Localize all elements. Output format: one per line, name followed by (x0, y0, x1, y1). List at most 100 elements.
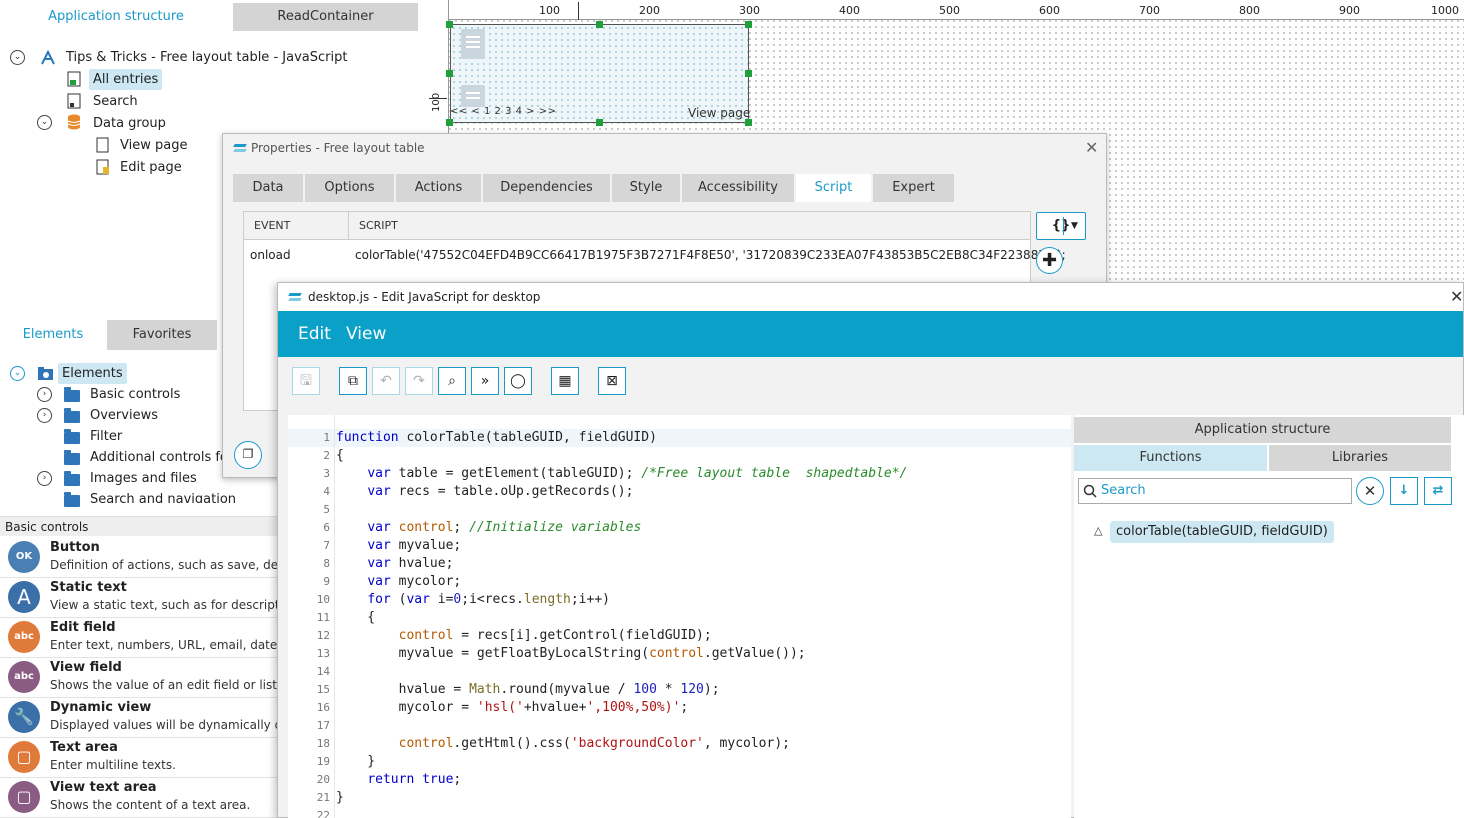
function-item[interactable]: colorTable(tableGUID, fieldGUID) (1110, 521, 1334, 543)
control-view-field[interactable]: abc View field Shows the value of an edi… (0, 658, 278, 698)
tab-elements[interactable]: Elements (0, 320, 106, 350)
collapse-toggle-icon[interactable]: ⌄ (37, 115, 52, 130)
tree-item-data-group[interactable]: Data group (89, 113, 170, 134)
resize-handle[interactable] (446, 119, 453, 126)
tab-dependencies[interactable]: Dependencies (483, 174, 610, 202)
code-text: var mycolor; (367, 574, 462, 589)
resize-handle[interactable] (446, 21, 453, 28)
letter-a-icon: A (8, 581, 40, 613)
code-editor[interactable]: 1 function colorTable(tableGUID, fieldGUI… (288, 415, 1071, 818)
control-button[interactable]: OK Button Definition of actions, such as… (0, 538, 278, 578)
save-icon: 🖫 (300, 373, 312, 389)
add-event-button[interactable]: ✚ (1036, 247, 1063, 274)
control-edit-field[interactable]: abc Edit field Enter text, numbers, URL,… (0, 618, 278, 658)
tree-item-filter[interactable]: Filter (86, 426, 126, 447)
control-dynamic-view[interactable]: 🔧 Dynamic view Displayed values will be … (0, 698, 278, 738)
control-static-text[interactable]: A Static text View a static text, such a… (0, 578, 278, 618)
line-number: 16 (316, 701, 330, 714)
tree-item-application[interactable]: Tips & Tricks - Free layout table - Java… (62, 47, 351, 68)
column-header-script: SCRIPT (349, 212, 1030, 240)
folder-icon (64, 471, 80, 486)
close-icon[interactable]: ✕ (1450, 287, 1463, 306)
triangle-up-icon[interactable]: △ (1094, 524, 1102, 537)
tree-item-basic-controls[interactable]: Basic controls (86, 384, 184, 405)
menu-edit[interactable]: Edit (298, 324, 331, 344)
code-text: for (var i=0;i<recs.length;i++) (367, 592, 610, 607)
tab-functions[interactable]: Functions (1074, 445, 1267, 471)
redo-button[interactable]: ↷ (405, 367, 433, 395)
tree-item-additional-controls[interactable]: Additional controls for (86, 447, 237, 468)
ruler-tick: 300 (739, 4, 760, 17)
tree-item-edit-page[interactable]: Edit page (116, 157, 186, 178)
tree-item-view-page[interactable]: View page (116, 135, 191, 156)
code-line: 16 mycolor = 'hsl('+hvalue+',100%,50%)'; (288, 699, 1071, 717)
line-number: 14 (316, 665, 330, 678)
ruler-tick: 800 (1239, 4, 1260, 17)
tree-item-images-and-files[interactable]: Images and files (86, 468, 201, 489)
tree-item-all-entries[interactable]: All entries (89, 69, 163, 90)
control-view-text-area[interactable]: ▢ View text area Shows the content of a … (0, 778, 278, 818)
menu-view[interactable]: View (346, 324, 386, 344)
column-header-event: EVENT (244, 212, 349, 240)
code-dropdown-button[interactable]: {} ▼ (1036, 212, 1086, 240)
collapse-toggle-icon[interactable]: ⌄ (10, 50, 25, 65)
tab-libraries[interactable]: Libraries (1269, 445, 1451, 471)
event-cell[interactable]: onload (250, 242, 291, 268)
tab-favorites[interactable]: Favorites (107, 320, 217, 350)
folder-icon (64, 450, 80, 465)
expand-toggle-icon[interactable]: › (37, 408, 52, 423)
copy-button[interactable]: ⧉ (339, 367, 367, 395)
expand-toggle-icon[interactable]: › (37, 471, 52, 486)
expand-toggle-icon[interactable]: › (37, 387, 52, 402)
tree-item-overviews[interactable]: Overviews (86, 405, 162, 426)
search-icon: ⌕ (448, 373, 456, 389)
comment-button[interactable]: ◯ (504, 367, 532, 395)
tab-actions[interactable]: Actions (396, 174, 481, 202)
tab-options[interactable]: Options (305, 174, 394, 202)
tab-style[interactable]: Style (612, 174, 680, 202)
side-panel-header[interactable]: Application structure (1074, 417, 1451, 443)
tree-item-search-and-navigation[interactable]: Search and navigation (86, 489, 240, 503)
save-button[interactable]: 🖫 (292, 367, 320, 395)
script-cell[interactable]: colorTable('47552C04EFD4B9CC66417B1975F3… (355, 242, 1066, 268)
control-title: View text area (50, 780, 157, 795)
folder-icon (64, 429, 80, 444)
resize-handle[interactable] (745, 70, 752, 77)
code-line: 21} (288, 789, 1071, 807)
tab-application-structure[interactable]: Application structure (0, 3, 232, 31)
resize-handle[interactable] (745, 21, 752, 28)
find-button[interactable]: ⌕ (438, 367, 466, 395)
tab-data[interactable]: Data (233, 174, 303, 202)
control-description: View a static text, such as for descript… (50, 598, 278, 612)
double-chevron-right-icon: » (480, 373, 490, 389)
code-line: 4 var recs = table.oUp.getRecords(); (288, 483, 1071, 501)
control-description: Enter multiline texts. (50, 758, 176, 772)
collapse-toggle-icon[interactable]: ⌄ (10, 366, 25, 381)
close-editor-button[interactable]: ⊠ (598, 367, 626, 395)
tree-item-elements[interactable]: Elements (58, 363, 127, 384)
line-number: 1 (323, 431, 330, 444)
close-icon[interactable]: ✕ (1085, 138, 1098, 157)
code-text: { (336, 610, 376, 625)
control-text-area[interactable]: ▢ Text area Enter multiline texts. (0, 738, 278, 778)
tab-script[interactable]: Script (796, 174, 871, 202)
swap-button[interactable]: ⇄ (1424, 477, 1452, 505)
code-text: mycolor = 'hsl('+hvalue+',100%,50%)'; (336, 700, 689, 715)
tab-readcontainer[interactable]: ReadContainer (233, 3, 418, 31)
resize-handle[interactable] (596, 119, 603, 126)
sort-button[interactable]: ↓ (1390, 477, 1418, 505)
undo-button[interactable]: ↶ (372, 367, 400, 395)
insert-guid-button[interactable]: ▦ (551, 367, 579, 395)
clear-search-button[interactable]: ✕ (1356, 477, 1384, 505)
jump-button[interactable]: » (471, 367, 499, 395)
window-toggle-button[interactable]: ❐ (234, 441, 262, 469)
resize-handle[interactable] (596, 21, 603, 28)
tab-accessibility[interactable]: Accessibility (682, 174, 794, 202)
resize-handle[interactable] (446, 70, 453, 77)
tree-item-search[interactable]: Search (89, 91, 142, 112)
function-search-input[interactable]: Search (1078, 478, 1352, 504)
search-page-icon (67, 93, 81, 109)
tab-expert[interactable]: Expert (873, 174, 954, 202)
resize-handle[interactable] (745, 119, 752, 126)
ruler-tick: 900 (1339, 4, 1360, 17)
